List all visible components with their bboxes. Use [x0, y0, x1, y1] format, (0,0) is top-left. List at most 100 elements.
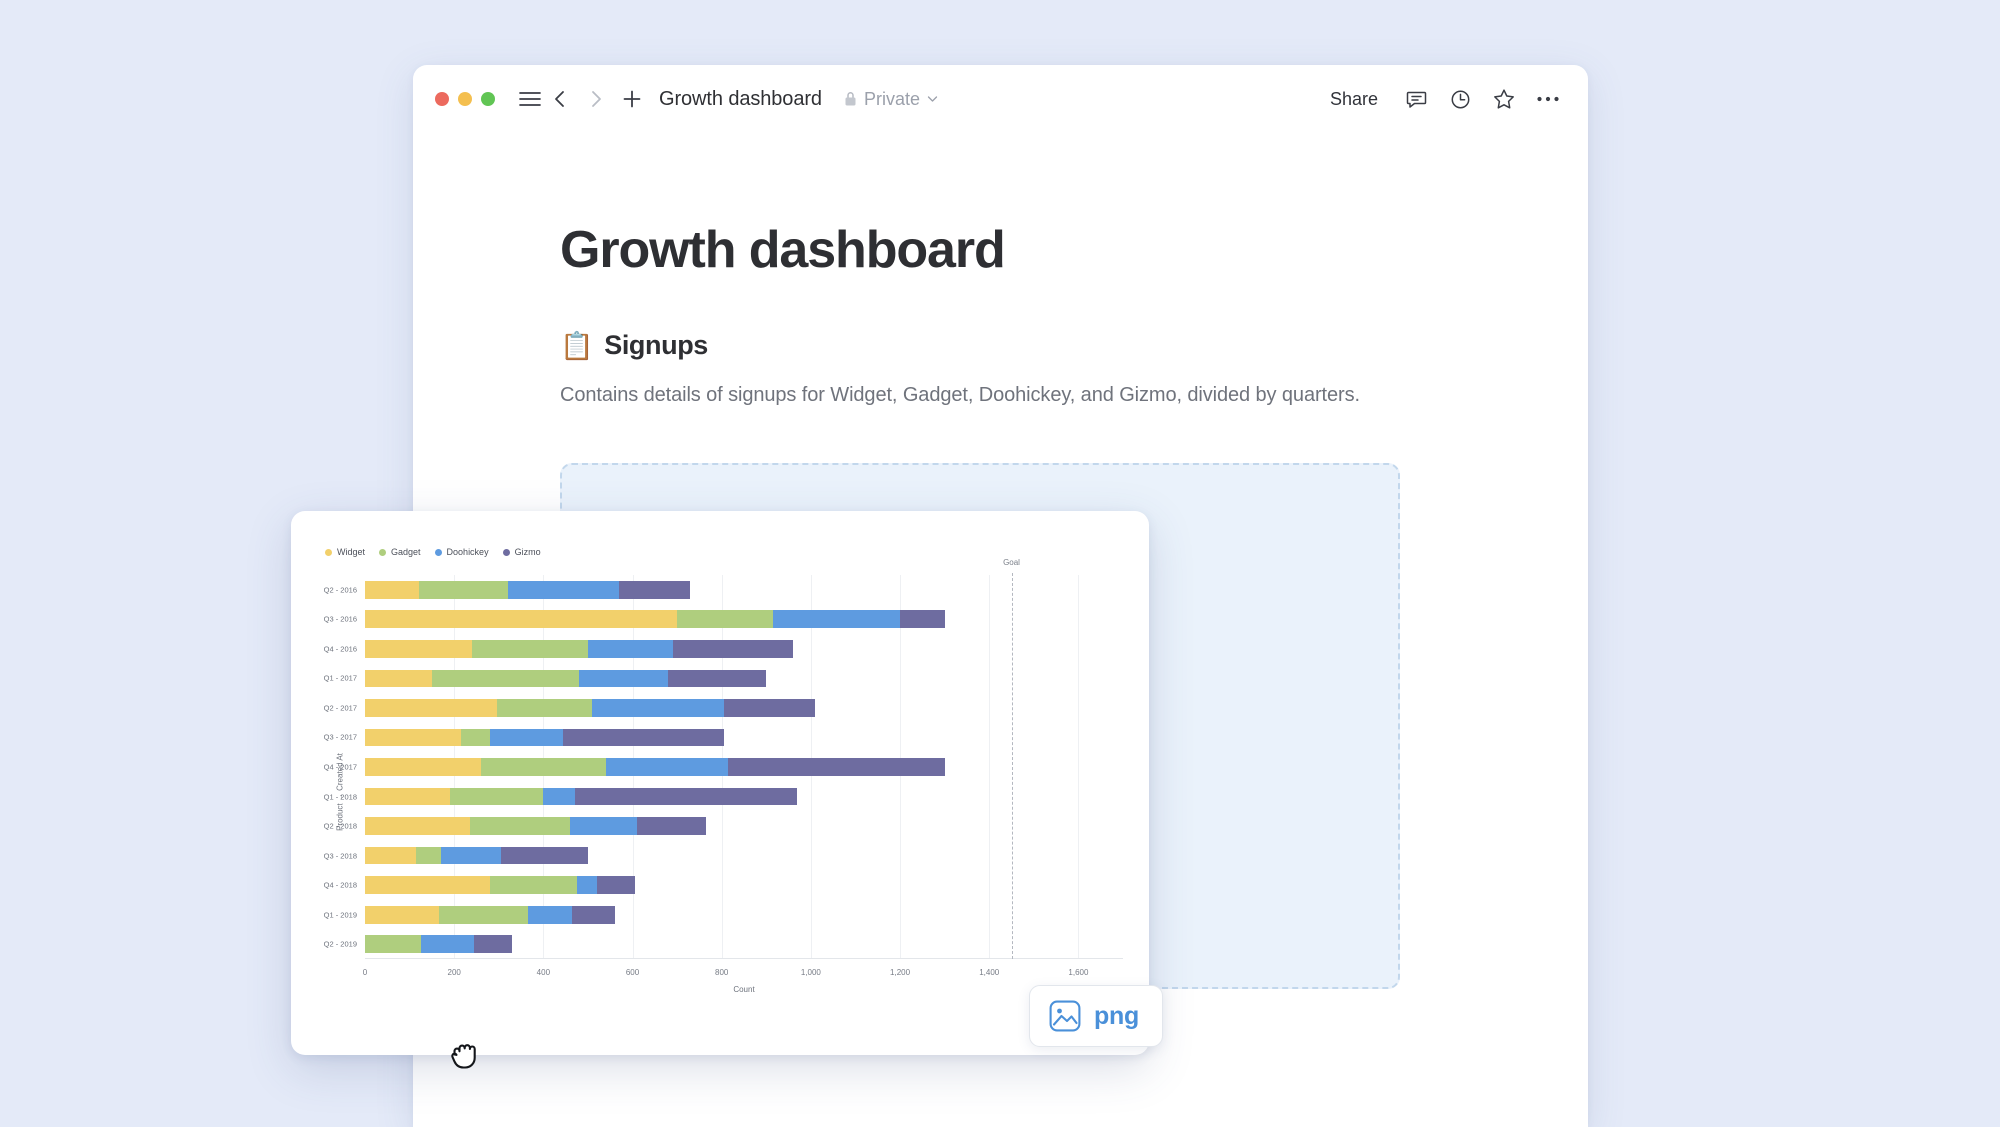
ellipsis-icon[interactable] [1530, 81, 1566, 117]
bar-row[interactable]: Q2 - 2016 [324, 580, 1123, 599]
bar-segment[interactable] [365, 728, 461, 747]
hamburger-icon[interactable] [515, 84, 545, 114]
bar-segment[interactable] [460, 728, 490, 747]
legend-item[interactable]: Widget [325, 547, 365, 557]
bar-segment[interactable] [677, 610, 773, 629]
x-axis-tick-label: 600 [625, 968, 640, 977]
bar-segment[interactable] [438, 905, 528, 924]
bar-segment[interactable] [469, 817, 571, 835]
bar-segment[interactable] [636, 817, 707, 835]
clock-icon[interactable] [1442, 81, 1478, 117]
bar-segment[interactable] [596, 876, 635, 894]
bar-row[interactable]: Q4 - 2018 [324, 876, 1123, 894]
section-heading-label: Signups [604, 330, 708, 361]
bar-row[interactable]: Q2 - 2018 [324, 817, 1123, 835]
bar-segment[interactable] [572, 905, 615, 924]
bar-row[interactable]: Q1 - 2017 [324, 669, 1123, 688]
bar-row[interactable]: Q4 - 2017 [324, 758, 1123, 776]
bar-row[interactable]: Q1 - 2018 [324, 787, 1123, 806]
bar-segment[interactable] [420, 935, 475, 954]
legend-item[interactable]: Doohickey [434, 547, 489, 557]
bar-segment[interactable] [365, 699, 497, 717]
bar-segment[interactable] [416, 846, 441, 865]
bar-segment[interactable] [587, 639, 673, 658]
bar-segment[interactable] [619, 580, 691, 599]
x-axis-tick-label: 1,400 [979, 968, 1000, 977]
goal-reference-line [1011, 573, 1013, 959]
chevron-right-icon[interactable] [581, 84, 611, 114]
legend-item[interactable]: Gizmo [502, 547, 541, 557]
y-axis-tick-label: Q2 - 2018 [323, 821, 357, 831]
bar-segment[interactable] [449, 787, 544, 806]
bar-segment[interactable] [365, 787, 450, 806]
section-heading[interactable]: 📋 Signups [560, 330, 1440, 362]
bar-segment[interactable] [728, 758, 945, 776]
y-axis-tick-label: Q2 - 2019 [323, 939, 357, 949]
bar-segment[interactable] [772, 610, 901, 629]
navigation-controls [545, 84, 647, 114]
close-window-button[interactable] [435, 92, 449, 106]
x-axis-title: Count [733, 985, 755, 994]
bar-segment[interactable] [574, 787, 798, 806]
bar-segment[interactable] [365, 610, 678, 629]
share-button[interactable]: Share [1318, 83, 1390, 116]
y-axis-tick-label: Q4 - 2017 [323, 762, 357, 772]
chart-legend: Widget Gadget Doohickey Gizmo [291, 511, 1149, 557]
bar-segment[interactable] [672, 639, 793, 658]
y-axis-tick-label: Q4 - 2018 [323, 880, 357, 890]
bar-segment[interactable] [592, 699, 724, 717]
bar-segment[interactable] [365, 817, 470, 835]
bar-segment[interactable] [365, 669, 432, 688]
bar-segment[interactable] [668, 669, 767, 688]
bar-segment[interactable] [489, 876, 577, 894]
bar-segment[interactable] [472, 639, 588, 658]
bar-segment[interactable] [489, 728, 564, 747]
bar-segment[interactable] [365, 758, 481, 776]
bar-segment[interactable] [440, 846, 501, 865]
maximize-window-button[interactable] [481, 92, 495, 106]
bar-segment[interactable] [500, 846, 588, 865]
page-title[interactable]: Growth dashboard [560, 223, 1440, 278]
bar-row[interactable]: Q3 - 2016 [324, 610, 1123, 629]
legend-swatch [325, 548, 332, 556]
bar-row[interactable]: Q2 - 2017 [324, 699, 1123, 717]
bar-row[interactable]: Q1 - 2019 [324, 905, 1123, 924]
bar-segment[interactable] [365, 876, 490, 894]
comment-icon[interactable] [1398, 81, 1434, 117]
bar-segment[interactable] [570, 817, 637, 835]
bar-segment[interactable] [507, 580, 620, 599]
document-title[interactable]: Growth dashboard [659, 88, 822, 111]
bar-segment[interactable] [900, 610, 945, 629]
star-icon[interactable] [1486, 81, 1522, 117]
bar-segment[interactable] [496, 699, 593, 717]
bar-segment[interactable] [365, 580, 419, 599]
bar-segment[interactable] [527, 905, 573, 924]
bar-row[interactable]: Q4 - 2016 [324, 639, 1123, 658]
bar-segment[interactable] [563, 728, 724, 747]
legend-item[interactable]: Gadget [379, 547, 421, 557]
plus-icon[interactable] [617, 84, 647, 114]
bar-row[interactable]: Q3 - 2018 [324, 846, 1123, 865]
bar-segment[interactable] [543, 787, 575, 806]
bar-segment[interactable] [365, 846, 417, 865]
bar-segment[interactable] [576, 876, 597, 894]
bar-segment[interactable] [431, 669, 580, 688]
png-file-badge[interactable]: png [1029, 985, 1163, 1047]
bar-row[interactable]: Q2 - 2019 [324, 935, 1123, 954]
bar-segment[interactable] [365, 905, 439, 924]
bar-segment[interactable] [605, 758, 729, 776]
bar-segment[interactable] [365, 935, 421, 954]
bar-row[interactable]: Q3 - 2017 [324, 728, 1123, 747]
dragged-chart-card[interactable]: Widget Gadget Doohickey Gizmo Product → Cre… [291, 511, 1149, 1055]
chevron-left-icon[interactable] [545, 84, 575, 114]
privacy-selector[interactable]: Private [844, 89, 938, 110]
bar-segment[interactable] [474, 935, 513, 954]
bar-segment[interactable] [480, 758, 606, 776]
bar-segment[interactable] [418, 580, 508, 599]
bar-segment[interactable] [723, 699, 816, 717]
x-axis-tick-label: 200 [447, 968, 461, 977]
bar-segment[interactable] [579, 669, 669, 688]
bar-segment[interactable] [365, 639, 472, 658]
document-body: Growth dashboard 📋 Signups Contains deta… [413, 133, 1588, 407]
minimize-window-button[interactable] [458, 92, 472, 106]
